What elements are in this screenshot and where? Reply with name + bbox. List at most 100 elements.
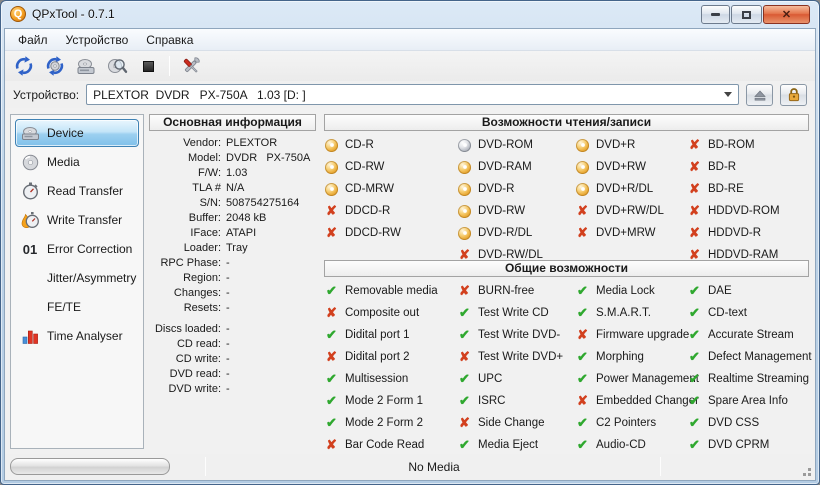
sidebar-item-jitter-asymmetry[interactable]: Jitter/Asymmetry [15,264,139,292]
capability-label: Firmware upgrade [596,329,690,341]
cross-icon: ✘ [577,203,588,218]
disc-icon [457,160,472,174]
info-label: Region: [183,272,221,284]
check-icon: ✔ [459,327,470,342]
caption-buttons: ✕ [701,5,810,24]
info-value: 2048 kB [226,212,267,224]
capability-label: CD-MRW [345,183,394,195]
capability-item: ✘ HDDVD-R [687,222,809,244]
eject-button[interactable] [746,83,773,106]
capability-item: ✔ CD-text [687,302,812,324]
check-media-button[interactable] [105,54,129,78]
eject-media-button[interactable] [74,54,98,78]
statusbar-separator [660,457,661,476]
basic-info-header: Основная информация [149,114,316,131]
info-row: TLA # N/A [149,181,316,196]
capability-column: DVD-ROM DVD-RAM DVD-R DVD-RW DVD-R/DL ✘ DVD-RW… [457,134,575,266]
resize-grip[interactable] [799,464,812,477]
cross-icon: ✘ [689,181,700,196]
capability-item: ✔ C2 Pointers [575,412,687,434]
maximize-button[interactable] [731,5,762,24]
progress-bar [10,458,170,475]
disc-icon [575,182,590,196]
capability-item: DVD+RW [575,156,687,178]
capability-label: Audio-CD [596,439,646,451]
capability-label: DVD CPRM [708,439,770,451]
capability-label: Removable media [345,285,438,297]
sidebar-item-write-transfer[interactable]: Write Transfer [15,206,139,234]
check-icon: ✔ [326,371,337,386]
disc-icon [457,204,472,218]
cross-icon: ✘ [326,203,337,218]
sidebar-item-error-correction[interactable]: 01 Error Correction [15,235,139,263]
capability-label: Test Write DVD- [478,329,561,341]
capability-item: DVD-R/DL [457,222,575,244]
capability-label: CD-RW [345,161,385,173]
refresh-devices-button[interactable] [12,54,36,78]
basic-info-panel: Основная информация Vendor: PLEXTOR Model:… [149,114,316,397]
sidebar-item-label: Read Transfer [47,184,124,198]
close-button[interactable]: ✕ [763,5,810,24]
minimize-button[interactable] [701,5,730,24]
device-combobox[interactable]: PLEXTOR DVDR PX-750A 1.03 [D: ] [86,84,739,105]
capability-item: ✘ Composite out [324,302,457,324]
info-value: 508754275164 [226,197,300,209]
toolbar [5,51,815,81]
capability-item: ✔ UPC [457,368,575,390]
capability-label: Accurate Stream [708,329,794,341]
check-icon: ✔ [577,283,588,298]
capability-item: ✘ Firmware upgrade [575,324,690,346]
capability-item: ✘ Test Write DVD+ [457,346,575,368]
drive-icon [20,124,40,142]
device-label: Устройство: [13,87,80,102]
capability-item: ✔ Audio-CD [575,434,687,456]
capability-label: UPC [478,373,503,385]
capability-column: CD-R CD-RW CD-MRW ✘ DDCD-R ✘ DDCD-RW [324,134,457,266]
capability-item: ✔ Mode 2 Form 2 [324,412,457,434]
capability-item: ✘ Side Change [457,412,575,434]
sidebar-item-device[interactable]: Device [15,119,139,147]
eject-icon [753,89,766,100]
capability-label: Didital port 1 [345,329,410,341]
capability-item: ✘ BURN-free [457,280,575,302]
check-icon: ✔ [326,415,337,430]
info-row: Region: - [149,271,316,286]
refresh-icon [15,56,33,76]
preferences-button[interactable] [179,54,203,78]
rescan-media-button[interactable] [43,54,67,78]
media-info-icon [108,59,128,73]
chevron-down-icon[interactable] [724,92,732,97]
info-row: Buffer: 2048 kB [149,211,316,226]
capability-label: DVD-R [478,183,515,195]
client-area: Файл Устройство Справка Устройство: PLEX… [4,28,816,481]
capability-label: Test Write DVD+ [478,351,564,363]
titlebar[interactable]: Q QPxTool - 0.7.1 ✕ [1,1,819,28]
capability-label: BD-ROM [708,139,755,151]
stop-icon [142,60,154,72]
stop-button[interactable] [136,54,160,78]
capability-item: ✔ Test Write CD [457,302,575,324]
menu-item-2[interactable]: Справка [137,29,202,50]
menu-item-0[interactable]: Файл [9,29,57,50]
cross-icon: ✘ [689,137,700,152]
capability-label: DDCD-RW [345,227,402,239]
info-label: Model: [187,152,221,164]
info-value: - [226,287,230,299]
sidebar-item-read-transfer[interactable]: Read Transfer [15,177,139,205]
lock-button[interactable] [780,83,807,106]
capability-item: ✔ DAE [687,280,812,302]
capability-label: BD-R [708,161,737,173]
sidebar-item-label: Jitter/Asymmetry [47,271,137,285]
sidebar-item-fe-te[interactable]: FE/TE [15,293,139,321]
capability-item: ✘ DVD+MRW [575,222,687,244]
info-value: - [226,272,230,284]
menu-item-1[interactable]: Устройство [57,29,138,50]
status-message: No Media [408,460,460,474]
capability-label: Media Eject [478,439,539,451]
sidebar-item-media[interactable]: Media [15,148,139,176]
cross-icon: ✘ [689,225,700,240]
maximize-icon [742,10,751,19]
none [20,298,40,316]
sidebar-item-time-analyser[interactable]: Time Analyser [15,322,139,350]
capability-item: DVD-RW [457,200,575,222]
